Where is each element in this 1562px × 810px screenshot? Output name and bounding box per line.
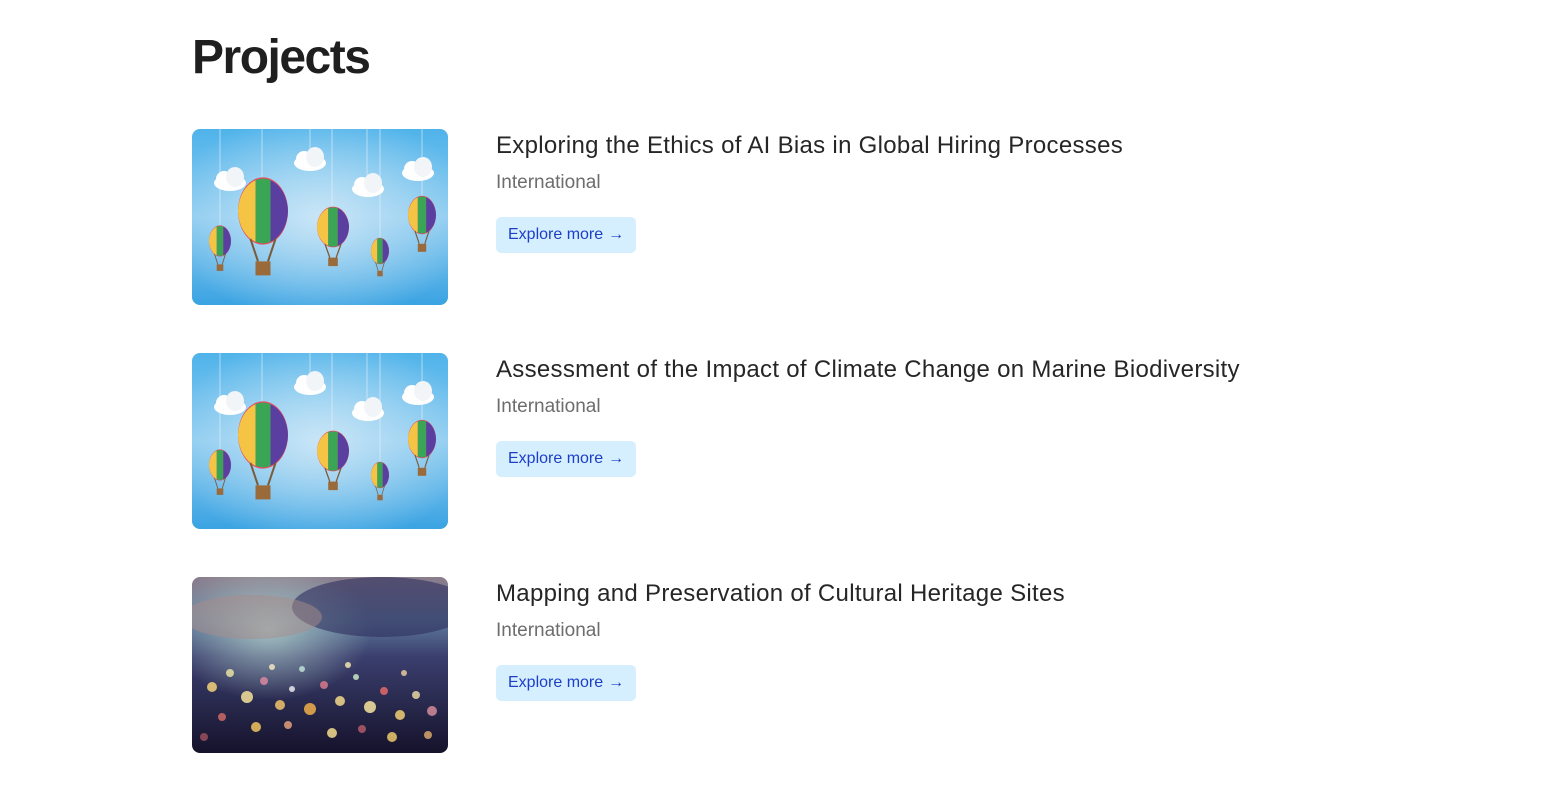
project-title[interactable]: Mapping and Preservation of Cultural Her… (496, 579, 1065, 609)
arrow-right-icon: → (608, 226, 625, 243)
project-title[interactable]: Exploring the Ethics of AI Bias in Globa… (496, 131, 1123, 161)
project-card: Mapping and Preservation of Cultural Her… (192, 577, 1372, 753)
arrow-right-icon: → (608, 674, 625, 691)
project-title[interactable]: Assessment of the Impact of Climate Chan… (496, 355, 1240, 385)
arrow-right-icon: → (608, 450, 625, 467)
project-card: Exploring the Ethics of AI Bias in Globa… (192, 129, 1372, 305)
project-tag: International (496, 620, 601, 641)
hot-air-balloons-image (192, 129, 448, 305)
explore-more-button[interactable]: Explore more → (496, 441, 637, 477)
project-tag: International (496, 396, 601, 417)
project-thumbnail[interactable] (192, 129, 448, 305)
hot-air-balloons-image (192, 353, 448, 529)
explore-more-label: Explore more (508, 450, 604, 467)
explore-more-button[interactable]: Explore more → (496, 665, 637, 701)
project-thumbnail[interactable] (192, 353, 448, 529)
city-bokeh-image (192, 577, 448, 753)
page-title: Projects (192, 31, 371, 84)
explore-more-button[interactable]: Explore more → (496, 217, 637, 253)
project-card: Assessment of the Impact of Climate Chan… (192, 353, 1372, 529)
explore-more-label: Explore more (508, 674, 604, 691)
project-tag: International (496, 172, 601, 193)
explore-more-label: Explore more (508, 226, 604, 243)
project-thumbnail[interactable] (192, 577, 448, 753)
